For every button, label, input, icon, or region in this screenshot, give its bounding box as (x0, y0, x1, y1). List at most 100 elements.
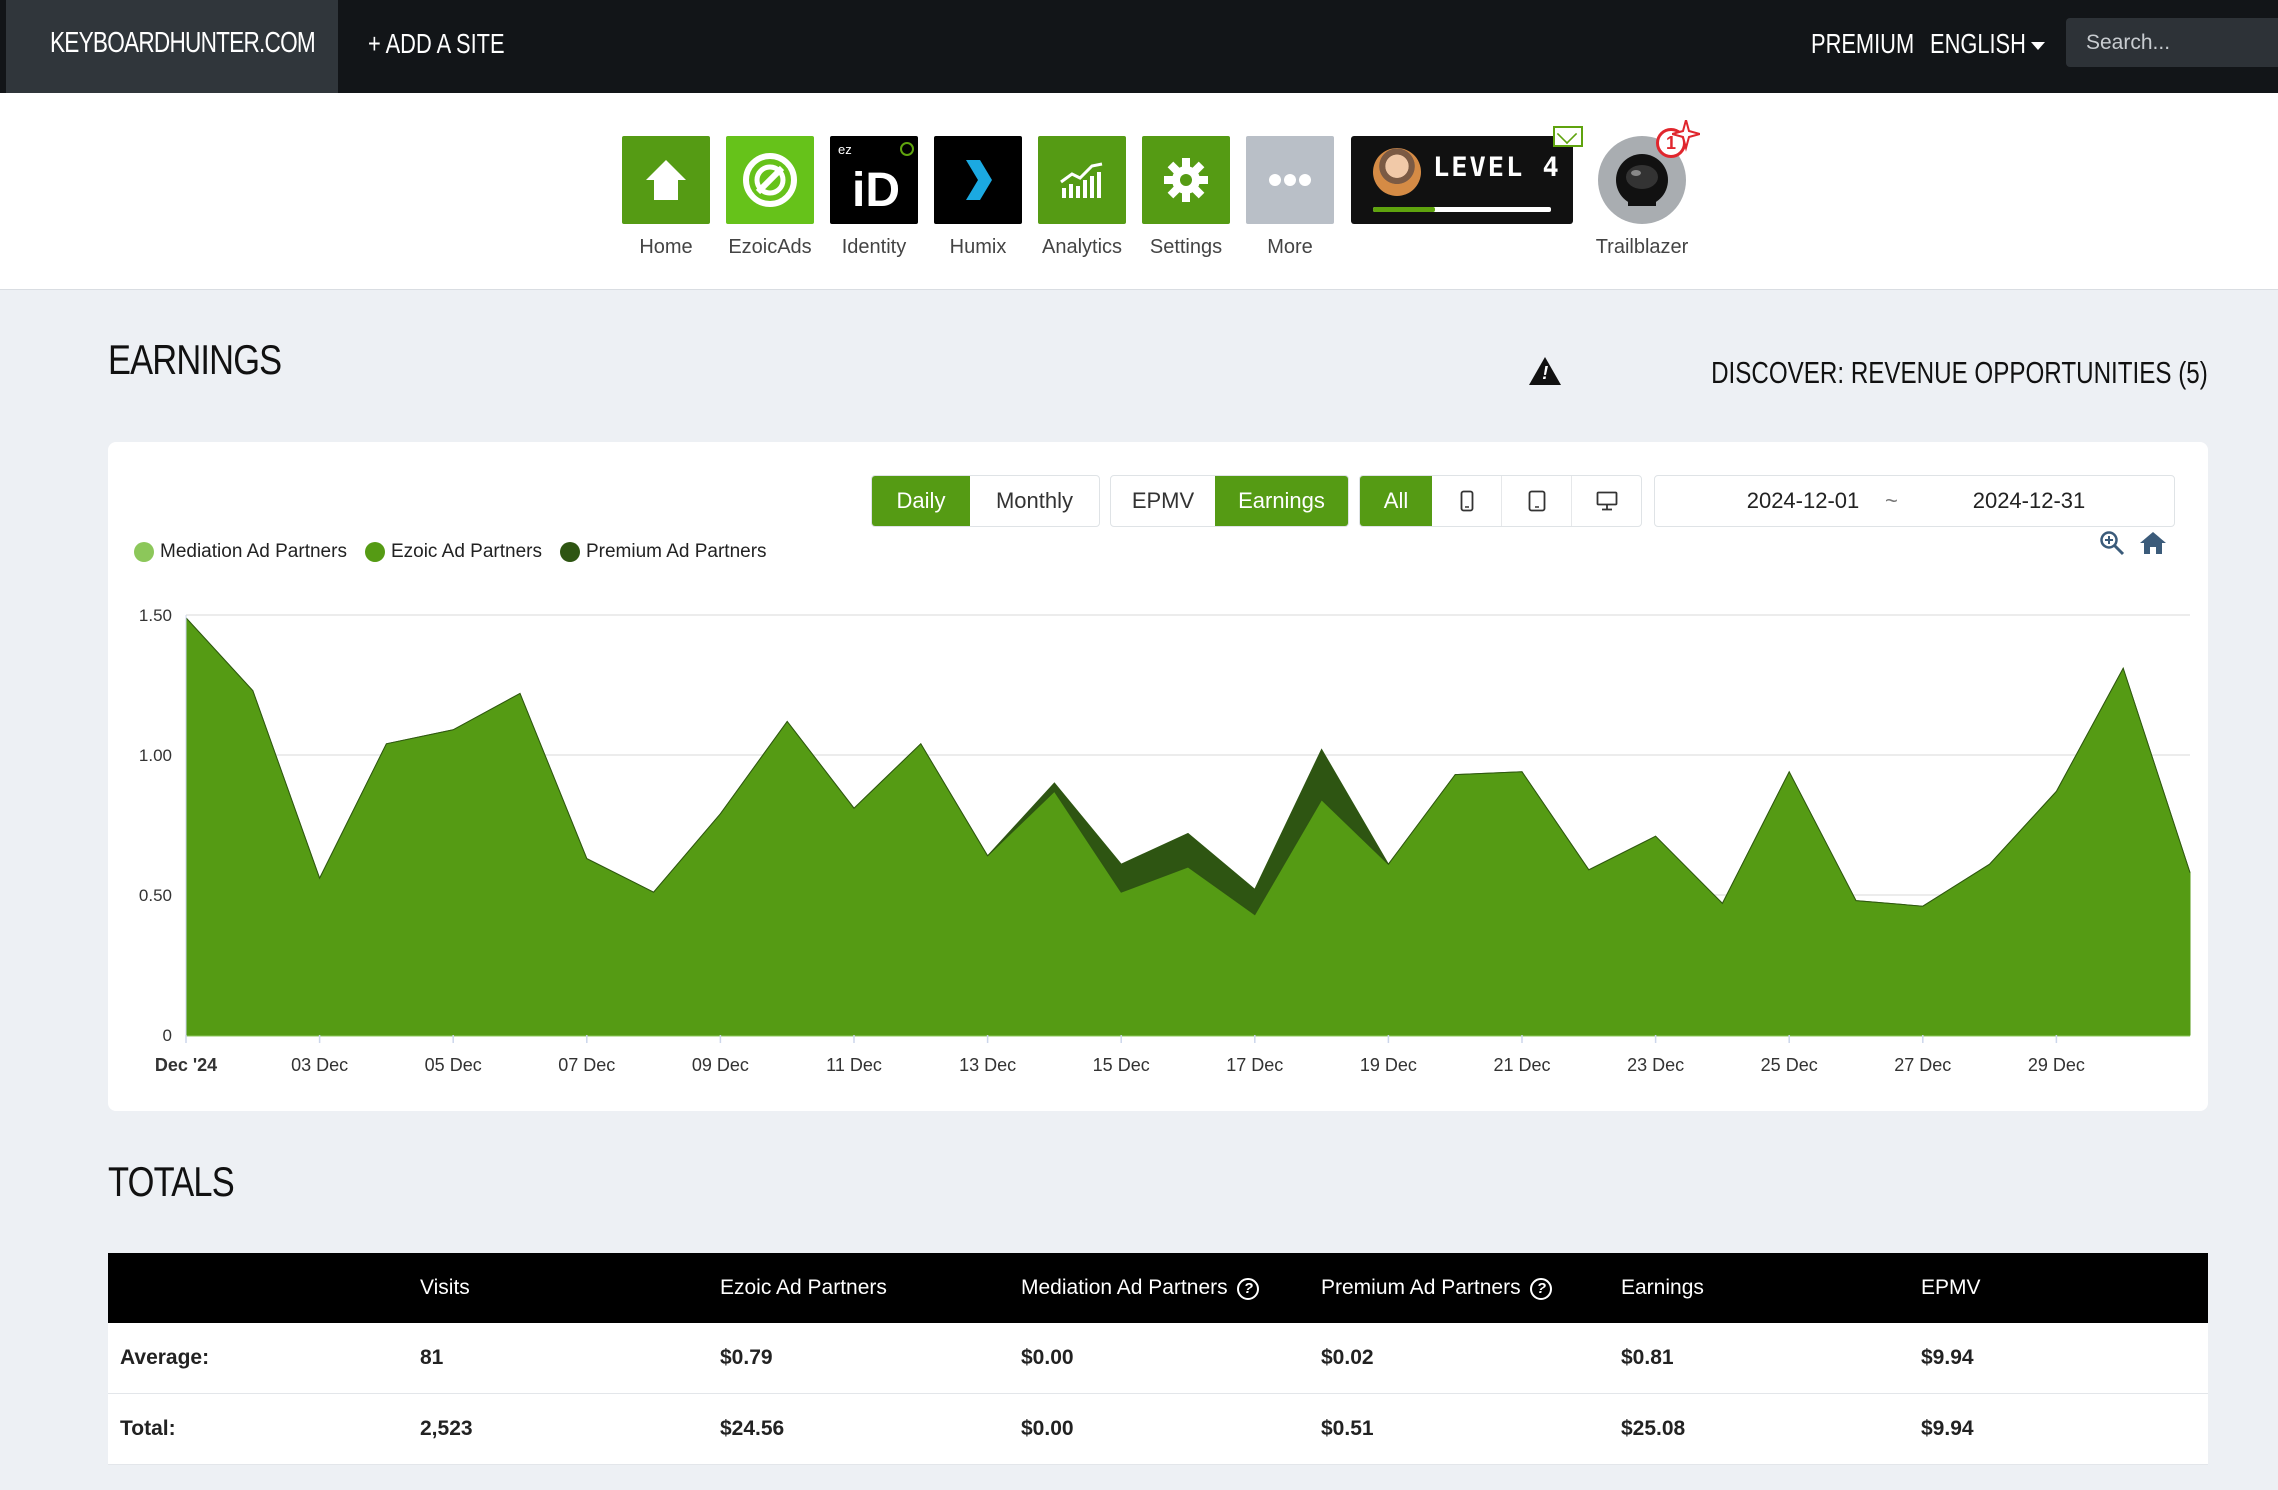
discover-revenue-link[interactable]: DISCOVER: REVENUE OPPORTUNITIES (5) (1529, 355, 2208, 391)
reset-zoom-home-icon[interactable] (2139, 530, 2167, 556)
language-dropdown[interactable]: ENGLISH (1930, 0, 2053, 93)
col-mediation: Mediation Ad Partners ? (1021, 1276, 1260, 1300)
table-header: Visits Ezoic Ad Partners Mediation Ad Pa… (108, 1253, 2208, 1323)
data-point (450, 727, 456, 733)
cell-visits: 81 (420, 1346, 444, 1369)
date-range-picker: ~ (1654, 475, 2175, 527)
search-input[interactable] (2066, 18, 2278, 67)
table-row: Total: 2,523 $24.56 $0.00 $0.51 $25.08 $… (108, 1394, 2208, 1465)
gear-icon (1142, 136, 1230, 224)
col-visits: Visits (420, 1276, 470, 1299)
legend-dot (134, 542, 154, 562)
epmv-button[interactable]: EPMV (1111, 476, 1215, 526)
device-toggle: All (1359, 475, 1642, 527)
date-to-input[interactable] (1929, 485, 2129, 517)
x-tick-label: 03 Dec (291, 1055, 348, 1075)
data-point (985, 853, 991, 859)
y-tick-label: 0.50 (139, 886, 172, 905)
top-bar: KEYBOARDHUNTER.COM + ADD A SITE PREMIUM … (0, 0, 2278, 93)
x-tick-label: 09 Dec (692, 1055, 749, 1075)
date-separator: ~ (1885, 488, 1898, 513)
level-widget[interactable]: LEVEL 4 (1351, 136, 1573, 224)
app-nav: Home EzoicAds ez iD Identity Humix Analyt… (0, 93, 2278, 290)
app-home[interactable]: Home (614, 136, 718, 259)
x-tick-label: 13 Dec (959, 1055, 1016, 1075)
daily-button[interactable]: Daily (872, 476, 970, 526)
mobile-button[interactable] (1432, 476, 1502, 526)
cell-premium: $0.02 (1321, 1346, 1374, 1369)
identity-icon: ez iD (830, 136, 918, 224)
home-icon (622, 136, 710, 224)
app-identity[interactable]: ez iD Identity (822, 136, 926, 259)
app-label: Home (639, 236, 693, 258)
zoom-in-icon[interactable] (2099, 530, 2125, 556)
tablet-button[interactable] (1502, 476, 1572, 526)
data-point (1452, 772, 1458, 778)
legend-item-ezoic[interactable]: Ezoic Ad Partners (364, 541, 542, 563)
data-point (1385, 861, 1391, 867)
help-icon[interactable]: ? (1530, 1278, 1553, 1300)
data-point (1185, 830, 1191, 836)
cell-earnings: $25.08 (1621, 1417, 1686, 1440)
data-point (1920, 903, 1926, 909)
y-tick-label: 0 (163, 1026, 172, 1045)
app-settings[interactable]: Settings (1134, 136, 1238, 259)
desktop-button[interactable] (1572, 476, 1641, 526)
cell-epmv: $9.94 (1921, 1346, 1974, 1369)
legend-item-mediation[interactable]: Mediation Ad Partners (134, 541, 347, 563)
chart-legend: Mediation Ad Partners Ezoic Ad Partners … (134, 541, 767, 563)
legend-dot (559, 542, 580, 562)
sparkle-icon (1672, 120, 1700, 152)
cell-premium: $0.51 (1321, 1417, 1374, 1440)
help-icon[interactable]: ? (1237, 1278, 1260, 1300)
trailblazer-label: Trailblazer (1595, 236, 1689, 258)
svg-text:iD: iD (852, 164, 900, 217)
x-tick-label: 19 Dec (1360, 1055, 1417, 1075)
data-point (1653, 833, 1659, 839)
col-epmv: EPMV (1921, 1276, 1981, 1299)
app-humix[interactable]: Humix (926, 136, 1030, 259)
all-devices-button[interactable]: All (1360, 476, 1432, 526)
cell-ezoic: $24.56 (720, 1417, 785, 1440)
monthly-button[interactable]: Monthly (970, 476, 1099, 526)
x-tick-label: 05 Dec (425, 1055, 482, 1075)
app-more[interactable]: More (1238, 136, 1342, 259)
mail-icon[interactable] (1553, 126, 1583, 147)
warning-icon (1529, 357, 1562, 385)
data-point (717, 811, 723, 817)
y-tick-label: 1.00 (139, 746, 172, 765)
period-toggle: Daily Monthly (871, 475, 1100, 527)
x-tick-label: 27 Dec (1894, 1055, 1951, 1075)
x-tick-label: 29 Dec (2028, 1055, 2085, 1075)
date-from-input[interactable] (1703, 485, 1903, 517)
level-progress-bar (1373, 207, 1551, 212)
area-series-1 (185, 616, 2191, 1036)
cell-earnings: $0.81 (1621, 1346, 1674, 1369)
more-icon (1246, 136, 1334, 224)
cell-visits: 2,523 (420, 1417, 473, 1440)
earnings-chart: 0 0.50 1.00 1.50 Dec '24 03 Dec 05 Dec 07 Dec 09… (139, 606, 2191, 1075)
site-brand[interactable]: KEYBOARDHUNTER.COM (6, 0, 338, 93)
app-ezoicads[interactable]: EzoicAds (718, 136, 822, 259)
col-ezoic: Ezoic Ad Partners (720, 1276, 887, 1299)
table-row: Average: 81 $0.79 $0.00 $0.02 $0.81 $9.9… (108, 1323, 2208, 1394)
data-point (1252, 886, 1258, 892)
level-label: LEVEL 4 (1433, 152, 1561, 183)
legend-dot (364, 542, 385, 562)
ezoicads-icon (726, 136, 814, 224)
cell-epmv: $9.94 (1921, 1417, 1974, 1440)
avatar (1373, 148, 1421, 196)
data-point (1319, 746, 1325, 752)
add-site-link[interactable]: + ADD A SITE (368, 0, 543, 93)
row-label: Average: (120, 1346, 210, 1369)
legend-item-premium[interactable]: Premium Ad Partners (559, 541, 767, 563)
earnings-title: EARNINGS (108, 336, 282, 383)
earnings-button[interactable]: Earnings (1215, 476, 1348, 526)
data-point (250, 688, 256, 694)
premium-link[interactable]: PREMIUM (1811, 0, 1943, 93)
data-point (918, 741, 924, 747)
app-analytics[interactable]: Analytics (1030, 136, 1134, 259)
totals-table: Visits Ezoic Ad Partners Mediation Ad Pa… (108, 1253, 2208, 1465)
data-point (784, 718, 790, 724)
app-label: EzoicAds (728, 236, 812, 258)
